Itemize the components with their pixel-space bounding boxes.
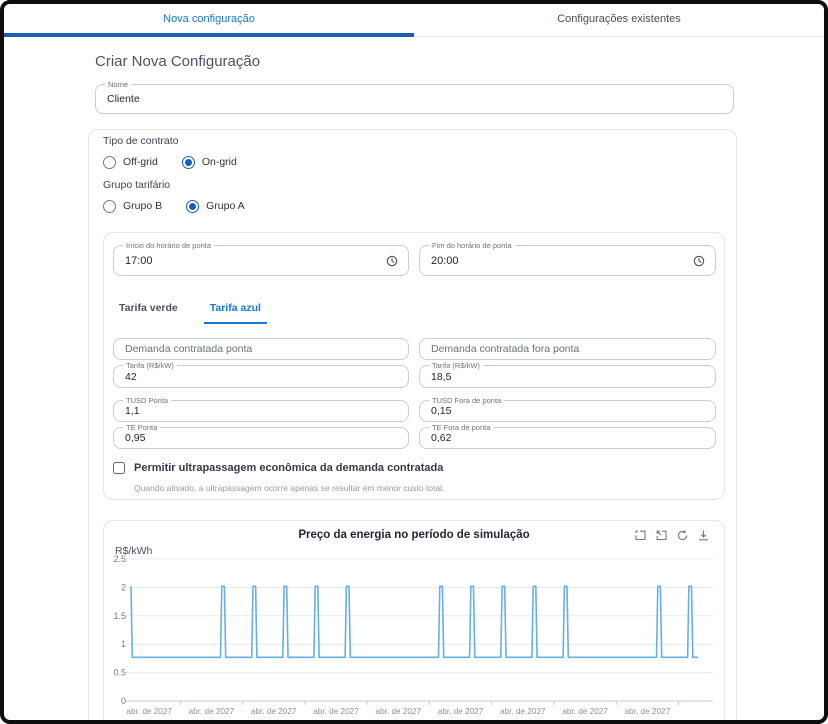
x-tick-label: abr. de 2027 [562,707,608,716]
tab-tarifa-verde[interactable]: Tarifa verde [113,298,184,322]
page-title: Criar Nova Configuração [95,53,260,70]
zoom-reset-icon[interactable] [655,529,668,542]
price-chart-card: 00.511.522.5abr. de 2027abr. de 2027abr.… [103,520,725,724]
section-label: Grupo tarifário [103,179,603,191]
te-fora-value: 0,62 [431,428,451,448]
tab-tarifa-azul[interactable]: Tarifa azul [204,298,267,322]
y-tick-label: 1.5 [113,611,126,621]
peak-start-value: 17:00 [125,246,153,275]
chart-title: Preço da energia no período de simulação [104,529,724,541]
clock-icon[interactable] [386,255,398,267]
x-tick-label: abr. de 2027 [625,707,671,716]
tusd-ponta-input[interactable]: TUSD Ponta 1,1 [113,400,409,422]
demanda-fora-placeholder: Demanda contratada fora ponta [431,339,579,359]
tarifa-fora-value: 18,5 [431,366,451,387]
radio-button-icon [182,156,195,169]
x-tick-label: abr. de 2027 [438,707,484,716]
price-series-line [131,586,698,657]
section-label: Tipo de contrato [103,135,603,147]
radio-label: Grupo B [123,200,162,212]
x-tick-label: abr. de 2027 [313,707,359,716]
restore-icon[interactable] [676,529,689,542]
tab-nova-configuracao[interactable]: Nova configuração [4,4,414,34]
chart-y-axis-label: R$/kWh [115,545,152,557]
overrun-checkbox[interactable] [113,462,125,474]
radio-on-grid[interactable]: On-grid [182,156,237,169]
overrun-label: Permitir ultrapassagem econômica da dema… [134,462,443,474]
y-tick-label: 2 [121,582,126,592]
te-fora-ponta-input[interactable]: TE Fora de ponta 0,62 [419,427,716,449]
overrun-helper-text: Quando ativado, a ultrapassagem ocorre a… [134,483,444,493]
tarifa-fora-ponta-input[interactable]: Tarifa (R$/kW) 18,5 [419,365,716,388]
tab-configuracoes-existentes[interactable]: Configurações existentes [414,4,824,34]
radio-label: Grupo A [206,200,245,212]
name-input[interactable]: Nome Cliente [95,84,734,114]
te-ponta-value: 0,95 [125,428,145,448]
price-chart[interactable]: 00.511.522.5abr. de 2027abr. de 2027abr.… [104,521,726,724]
tariff-subtabs: Tarifa verde Tarifa azul [113,298,267,322]
demanda-ponta-placeholder: Demanda contratada ponta [125,339,252,359]
peak-end-input[interactable]: Fim do horário de ponta 20:00 [419,245,716,276]
tusd-fora-value: 0,15 [431,401,451,421]
radio-button-icon [186,200,199,213]
x-tick-label: abr. de 2027 [251,707,297,716]
tarifa-ponta-value: 42 [125,366,137,387]
app-window: Nova configuração Configurações existent… [0,0,828,724]
peak-end-value: 20:00 [431,246,459,275]
peak-start-input[interactable]: Início do horário de ponta 17:00 [113,245,409,276]
contract-radio-groups: Tipo de contrato Off-grid On-grid Grupo tar… [103,135,603,223]
active-tab-indicator [4,33,414,37]
window-frame: Nova configuração Configurações existent… [0,0,828,724]
radio-row: Off-grid On-grid [103,153,603,171]
overrun-checkbox-row[interactable]: Permitir ultrapassagem econômica da dema… [113,462,443,474]
demanda-contratada-fora-ponta-input[interactable]: Demanda contratada fora ponta [419,338,716,360]
radio-off-grid[interactable]: Off-grid [103,156,158,169]
download-icon[interactable] [697,529,710,542]
y-tick-label: 1 [121,639,126,649]
x-tick-label: abr. de 2027 [376,707,422,716]
radio-button-icon [103,200,116,213]
radio-button-icon [103,156,116,169]
radio-grupo-b[interactable]: Grupo B [103,200,162,213]
y-tick-label: 0.5 [113,668,126,678]
x-tick-label: abr. de 2027 [126,707,172,716]
zoom-select-icon[interactable] [634,529,647,542]
tusd-ponta-value: 1,1 [125,401,140,421]
x-tick-label: abr. de 2027 [189,707,235,716]
y-tick-label: 0 [121,696,126,706]
radio-row: Grupo B Grupo A [103,197,603,215]
x-tick-label: abr. de 2027 [500,707,546,716]
te-ponta-input[interactable]: TE Ponta 0,95 [113,427,409,449]
radio-label: Off-grid [123,156,158,168]
radio-label: On-grid [202,156,237,168]
tusd-fora-ponta-input[interactable]: TUSD Fora de ponta 0,15 [419,400,716,422]
demanda-contratada-ponta-input[interactable]: Demanda contratada ponta [113,338,409,360]
radio-grupo-a[interactable]: Grupo A [186,200,245,213]
chart-toolbar [634,529,710,542]
name-input-value: Cliente [107,85,140,113]
main-tabbar: Nova configuração Configurações existent… [4,4,824,37]
tarifa-ponta-input[interactable]: Tarifa (R$/kW) 42 [113,365,409,388]
clock-icon[interactable] [693,255,705,267]
